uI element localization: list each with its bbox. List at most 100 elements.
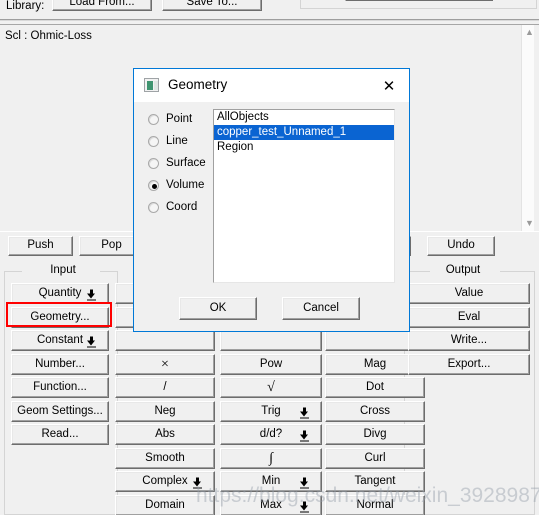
radio-label: Point: [166, 113, 193, 125]
pop-label: Pop: [101, 239, 122, 252]
toolbar-divider: [0, 19, 539, 21]
radio-point[interactable]: Point: [148, 113, 192, 125]
func-button-blank[interactable]: [220, 330, 322, 351]
radio-label: Surface: [166, 157, 206, 169]
expression-scrollbar[interactable]: ▲ ▼: [521, 25, 534, 231]
geometry-dialog[interactable]: Geometry ✕ Point Line Surface Volume Coord A…: [133, 68, 410, 332]
chevron-down-icon[interactable]: [300, 430, 309, 441]
output-button-write[interactable]: Write...: [408, 330, 530, 351]
save-to-label: Save To...: [186, 0, 238, 8]
func-button-label: Min: [261, 474, 281, 487]
math-button-blank[interactable]: /: [115, 377, 215, 398]
radio-coord[interactable]: Coord: [148, 201, 197, 213]
func-button-trig[interactable]: Trig: [220, 401, 322, 422]
close-icon[interactable]: ✕: [375, 75, 403, 97]
func-button-pow[interactable]: Pow: [220, 354, 322, 375]
input-button-read[interactable]: Read...: [11, 424, 109, 445]
geometry-button-highlight: [6, 302, 112, 327]
output-button-value[interactable]: Value: [408, 283, 530, 304]
vector-button-divg[interactable]: Divg: [325, 424, 425, 445]
func-button-d-d[interactable]: d/d?: [220, 424, 322, 445]
input-group-rule-right: [100, 271, 118, 272]
input-button-label: Quantity: [38, 286, 82, 299]
chevron-down-icon[interactable]: [300, 501, 309, 512]
vector-button-curl[interactable]: Curl: [325, 448, 425, 469]
input-button-constant[interactable]: Constant: [11, 330, 109, 351]
object-listbox[interactable]: AllObjects copper_test_Unnamed_1 Region: [213, 109, 395, 283]
stack-expression-text: Scl : Ohmic-Loss: [5, 30, 92, 42]
load-from-button[interactable]: Load From...: [52, 0, 152, 11]
scroll-up-icon[interactable]: ▲: [525, 28, 534, 37]
func-button-blank[interactable]: ∫: [220, 448, 322, 469]
input-group-rule-left: [4, 271, 22, 272]
geometry-app-icon: [144, 78, 159, 92]
radio-indicator-icon[interactable]: [148, 179, 159, 191]
radio-indicator-icon[interactable]: [148, 157, 159, 169]
output-button-label: Write...: [450, 333, 488, 346]
input-button-geom-settings[interactable]: Geom Settings...: [11, 401, 109, 422]
radio-line[interactable]: Line: [148, 135, 188, 147]
dialog-ok-button[interactable]: OK: [179, 297, 257, 320]
scroll-down-icon[interactable]: ▼: [525, 219, 534, 228]
radio-indicator-icon[interactable]: [148, 113, 159, 125]
load-from-label: Load From...: [69, 0, 135, 8]
output-button-export[interactable]: Export...: [408, 354, 530, 375]
radio-indicator-icon[interactable]: [148, 201, 159, 213]
vector-button-dot[interactable]: Dot: [325, 377, 425, 398]
library-extra-button[interactable]: [345, 0, 493, 1]
chevron-down-icon[interactable]: [300, 477, 309, 488]
library-label: Library:: [6, 0, 45, 12]
func-button-label: Trig: [261, 404, 281, 417]
list-item[interactable]: AllObjects: [214, 110, 394, 125]
input-button-label: Read...: [41, 427, 79, 440]
output-group-rule-right: [500, 271, 535, 272]
ok-label: OK: [209, 301, 227, 314]
math-button-label: /: [163, 380, 167, 393]
radio-indicator-icon[interactable]: [148, 135, 159, 147]
input-button-number[interactable]: Number...: [11, 354, 109, 375]
vector-button-tangent[interactable]: Tangent: [325, 471, 425, 492]
radio-surface[interactable]: Surface: [148, 157, 206, 169]
input-button-quantity[interactable]: Quantity: [11, 283, 109, 304]
list-item[interactable]: copper_test_Unnamed_1: [214, 125, 394, 140]
func-button-max[interactable]: Max: [220, 495, 322, 515]
input-button-function[interactable]: Function...: [11, 377, 109, 398]
math-button-label: Complex: [142, 474, 188, 487]
math-button-domain[interactable]: Domain: [115, 495, 215, 515]
output-button-eval[interactable]: Eval: [408, 307, 530, 328]
func-button-label: √: [267, 379, 275, 395]
func-button-min[interactable]: Min: [220, 471, 322, 492]
math-button-smooth[interactable]: Smooth: [115, 448, 215, 469]
dialog-title-bar[interactable]: Geometry ✕: [134, 69, 409, 102]
vector-button-label: Cross: [359, 404, 391, 417]
vector-button-cross[interactable]: Cross: [325, 401, 425, 422]
math-button-label: ×: [161, 356, 169, 372]
radio-volume[interactable]: Volume: [148, 179, 204, 191]
push-label: Push: [27, 239, 54, 252]
chevron-down-icon[interactable]: [193, 477, 202, 488]
math-button-complex[interactable]: Complex: [115, 471, 215, 492]
output-button-label: Value: [454, 286, 484, 299]
chevron-down-icon[interactable]: [87, 289, 96, 300]
input-button-label: Geom Settings...: [17, 404, 103, 417]
push-button[interactable]: Push: [8, 236, 73, 256]
math-button-abs[interactable]: Abs: [115, 424, 215, 445]
list-item[interactable]: Region: [214, 140, 394, 155]
output-button-label: Eval: [457, 310, 481, 323]
vector-button-label: Divg: [363, 427, 387, 440]
undo-button[interactable]: Undo: [427, 236, 495, 256]
chevron-down-icon[interactable]: [87, 336, 96, 347]
vector-button-label: Dot: [366, 380, 384, 393]
func-button-label: Pow: [259, 357, 283, 370]
math-button-blank[interactable]: [115, 330, 215, 351]
output-button-label: Export...: [447, 357, 491, 370]
vector-button-normal[interactable]: Normal: [325, 495, 425, 515]
math-button-blank[interactable]: ×: [115, 354, 215, 375]
math-button-label: Domain: [145, 498, 185, 511]
func-button-blank[interactable]: √: [220, 377, 322, 398]
dialog-cancel-button[interactable]: Cancel: [282, 297, 360, 320]
library-group-frame: [300, 0, 537, 9]
chevron-down-icon[interactable]: [300, 407, 309, 418]
math-button-neg[interactable]: Neg: [115, 401, 215, 422]
save-to-button[interactable]: Save To...: [162, 0, 262, 11]
